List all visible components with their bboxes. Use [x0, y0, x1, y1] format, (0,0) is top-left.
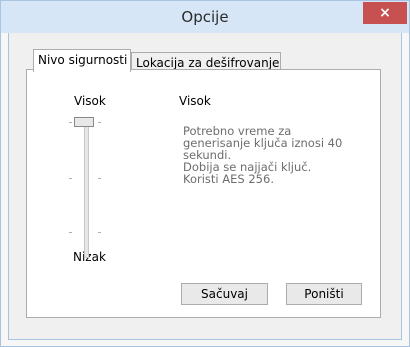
- save-button-label: Sačuvaj: [201, 287, 248, 301]
- description-line: Koristi AES 256.: [183, 172, 274, 186]
- slider-tick: [69, 122, 72, 123]
- window-title: Opcije: [181, 8, 229, 26]
- slider-tick: [98, 178, 101, 179]
- level-heading: Visok: [179, 94, 211, 108]
- tab-decryption-location-label: Lokacija za dešifrovanje: [136, 56, 280, 70]
- cancel-button-label: Poništi: [304, 287, 344, 301]
- save-button[interactable]: Sačuvaj: [181, 283, 268, 305]
- slider-top-label: Visok: [74, 94, 106, 108]
- security-slider-track[interactable]: [84, 118, 89, 258]
- close-icon: ×: [379, 5, 391, 21]
- tab-security-level[interactable]: Nivo sigurnosti: [33, 49, 131, 72]
- slider-tick: [98, 122, 101, 123]
- title-bar[interactable]: Opcije ×: [1, 1, 409, 33]
- slider-bottom-label: Nizak: [73, 250, 106, 264]
- tab-security-level-label: Nivo sigurnosti: [38, 53, 128, 67]
- close-button[interactable]: ×: [363, 2, 407, 24]
- cancel-button[interactable]: Poništi: [286, 283, 362, 305]
- slider-tick: [69, 178, 72, 179]
- slider-tick: [69, 232, 72, 233]
- slider-tick: [98, 232, 101, 233]
- security-slider-thumb[interactable]: [74, 117, 94, 127]
